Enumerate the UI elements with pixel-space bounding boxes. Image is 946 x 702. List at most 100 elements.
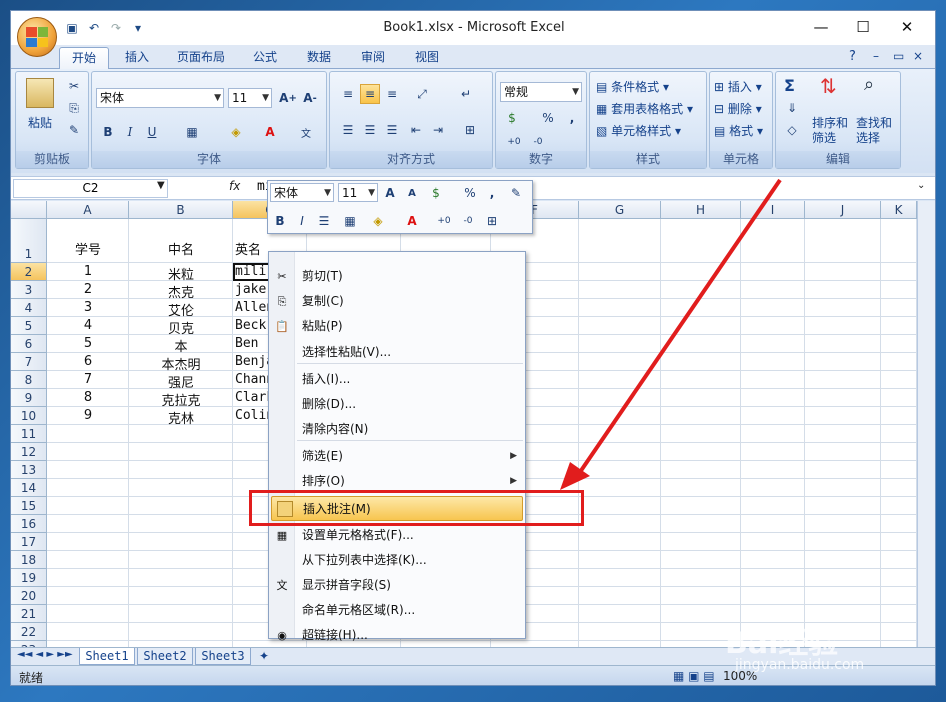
fill-color-icon[interactable]: ◈ bbox=[368, 211, 388, 231]
save-icon[interactable]: ▣ bbox=[63, 20, 81, 36]
table-cell[interactable]: 艾伦 bbox=[129, 300, 233, 319]
currency-icon[interactable]: $ bbox=[426, 183, 446, 203]
mini-size-select[interactable]: 11 ▼ bbox=[338, 183, 378, 202]
column-header-j[interactable]: J bbox=[805, 201, 881, 219]
format-painter-icon[interactable]: ✎ bbox=[64, 120, 84, 140]
decrease-decimal-icon[interactable]: -0 bbox=[458, 211, 478, 231]
bold-button[interactable]: B bbox=[98, 122, 118, 142]
fx-button[interactable]: fx bbox=[229, 179, 240, 193]
office-button[interactable] bbox=[17, 17, 57, 57]
table-cell[interactable]: 3 bbox=[47, 300, 129, 315]
cell-styles-button[interactable]: ▧ 单元格样式 ▾ bbox=[596, 122, 681, 139]
column-header-h[interactable]: H bbox=[661, 201, 741, 219]
table-cell[interactable]: 贝克 bbox=[129, 318, 233, 337]
find-select-button[interactable]: 查找和 选择 bbox=[856, 116, 892, 146]
row-header-5[interactable]: 5 bbox=[11, 317, 47, 335]
sheet-tab-1[interactable]: Sheet1 bbox=[79, 648, 135, 665]
table-cell[interactable]: 9 bbox=[47, 408, 129, 423]
number-format-select[interactable]: 常规 ▼ bbox=[500, 82, 582, 102]
row-header-1[interactable]: 1 bbox=[11, 219, 47, 263]
merge-center-icon[interactable]: ⊞ bbox=[460, 120, 480, 140]
copy-icon[interactable]: ⎘ bbox=[64, 98, 84, 118]
header-cell[interactable]: 中名 bbox=[129, 239, 233, 258]
font-color-icon[interactable]: A bbox=[402, 211, 422, 231]
format-painter-icon[interactable]: ✎ bbox=[506, 183, 526, 203]
table-cell[interactable]: 8 bbox=[47, 390, 129, 405]
increase-indent-icon[interactable]: ⇥ bbox=[428, 120, 448, 140]
row-header-3[interactable]: 3 bbox=[11, 281, 47, 299]
table-cell[interactable]: 强尼 bbox=[129, 372, 233, 391]
shrink-font-icon[interactable]: A bbox=[402, 183, 422, 203]
menu-item[interactable]: 📋 粘贴(P) bbox=[269, 314, 525, 339]
sheet-tab-3[interactable]: Sheet3 bbox=[195, 648, 251, 665]
row-header-13[interactable]: 13 bbox=[11, 461, 47, 479]
select-all-corner[interactable] bbox=[11, 201, 47, 219]
header-cell[interactable]: 学号 bbox=[47, 239, 129, 258]
tab-data[interactable]: 数据 bbox=[297, 47, 341, 69]
menu-item[interactable]: 命名单元格区域(R)... bbox=[269, 598, 525, 623]
row-header-2[interactable]: 2 bbox=[11, 263, 47, 281]
underline-button[interactable]: U bbox=[142, 122, 162, 142]
table-cell[interactable]: 5 bbox=[47, 336, 129, 351]
increase-decimal-icon[interactable]: +0 bbox=[434, 211, 454, 231]
menu-item[interactable]: 选择性粘贴(V)... bbox=[269, 340, 525, 365]
row-header-10[interactable]: 10 bbox=[11, 407, 47, 425]
align-center-icon[interactable]: ☰ bbox=[360, 120, 380, 140]
align-middle-icon[interactable]: ≡ bbox=[360, 84, 380, 104]
mini-font-select[interactable]: 宋体 ▼ bbox=[270, 183, 334, 202]
tab-review[interactable]: 审阅 bbox=[351, 47, 395, 69]
italic-icon[interactable]: I bbox=[292, 211, 312, 231]
menu-item[interactable]: 插入(I)... bbox=[269, 367, 525, 392]
column-header-i[interactable]: I bbox=[741, 201, 805, 219]
sort-filter-button[interactable]: 排序和 筛选 bbox=[812, 116, 848, 146]
decrease-decimal-icon[interactable]: -0 bbox=[528, 132, 548, 152]
phonetic-icon[interactable]: 文 bbox=[296, 122, 316, 142]
column-header-k[interactable]: K bbox=[881, 201, 917, 219]
minimize-button[interactable]: — bbox=[801, 17, 841, 37]
column-header-a[interactable]: A bbox=[47, 201, 129, 219]
row-header-18[interactable]: 18 bbox=[11, 551, 47, 569]
cut-icon[interactable]: ✂ bbox=[64, 76, 84, 96]
row-header-8[interactable]: 8 bbox=[11, 371, 47, 389]
row-header-21[interactable]: 21 bbox=[11, 605, 47, 623]
grow-font-icon[interactable]: A bbox=[380, 183, 400, 203]
fill-color-icon[interactable]: ◈ bbox=[226, 122, 246, 142]
row-header-16[interactable]: 16 bbox=[11, 515, 47, 533]
font-color-icon[interactable]: A bbox=[260, 122, 280, 142]
tab-home[interactable]: 开始 bbox=[59, 47, 109, 69]
format-cells-button[interactable]: ▤ 格式 ▾ bbox=[714, 122, 763, 139]
table-cell[interactable]: 本 bbox=[129, 336, 233, 355]
row-header-20[interactable]: 20 bbox=[11, 587, 47, 605]
fill-icon[interactable]: ⇓ bbox=[782, 98, 802, 118]
row-header-4[interactable]: 4 bbox=[11, 299, 47, 317]
table-cell[interactable]: 4 bbox=[47, 318, 129, 333]
merge-center-icon[interactable]: ⊞ bbox=[482, 211, 502, 231]
insert-cells-button[interactable]: ⊞ 插入 ▾ bbox=[714, 78, 762, 95]
ribbon-close-icon[interactable]: × bbox=[913, 49, 923, 63]
vertical-scrollbar[interactable] bbox=[917, 201, 935, 647]
font-size-select[interactable]: 11 ▼ bbox=[228, 88, 272, 108]
mini-comma-button[interactable]: , bbox=[482, 183, 502, 203]
maximize-button[interactable]: ☐ bbox=[843, 17, 883, 37]
border-icon[interactable]: ▦ bbox=[182, 122, 202, 142]
comma-button[interactable]: , bbox=[562, 108, 582, 128]
align-left-icon[interactable]: ☰ bbox=[338, 120, 358, 140]
sheet-tab-2[interactable]: Sheet2 bbox=[137, 648, 193, 665]
table-cell[interactable]: 本杰明 bbox=[129, 354, 233, 373]
row-header-22[interactable]: 22 bbox=[11, 623, 47, 641]
tab-formulas[interactable]: 公式 bbox=[243, 47, 287, 69]
wrap-text-icon[interactable]: ↵ bbox=[456, 84, 476, 104]
close-button[interactable]: ✕ bbox=[887, 17, 927, 37]
row-header-14[interactable]: 14 bbox=[11, 479, 47, 497]
decrease-indent-icon[interactable]: ⇤ bbox=[406, 120, 426, 140]
menu-item[interactable]: ◉ 超链接(H)... bbox=[269, 623, 525, 648]
table-cell[interactable]: 1 bbox=[47, 264, 129, 279]
row-header-12[interactable]: 12 bbox=[11, 443, 47, 461]
table-cell[interactable]: 杰克 bbox=[129, 282, 233, 301]
percent-button[interactable]: % bbox=[538, 108, 558, 128]
font-family-select[interactable]: 宋体 ▼ bbox=[96, 88, 224, 108]
menu-item[interactable]: ✂ 剪切(T) bbox=[269, 264, 525, 289]
orientation-icon[interactable]: ⤢ bbox=[412, 84, 432, 104]
row-header-6[interactable]: 6 bbox=[11, 335, 47, 353]
table-cell[interactable]: 7 bbox=[47, 372, 129, 387]
